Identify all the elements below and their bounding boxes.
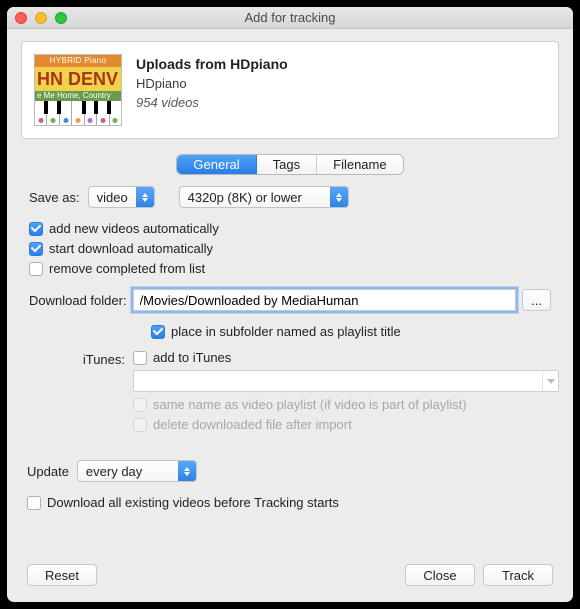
dialog-footer: Reset Close Track xyxy=(21,564,559,588)
checkbox-add-auto[interactable]: add new videos automatically xyxy=(21,220,559,237)
checkbox-subfolder[interactable]: place in subfolder named as playlist tit… xyxy=(21,323,559,340)
save-as-label: Save as: xyxy=(29,190,80,205)
track-button[interactable]: Track xyxy=(483,564,553,586)
update-interval-select[interactable]: every day xyxy=(77,460,197,482)
playlist-title: Uploads from HDpiano xyxy=(136,56,288,72)
checkbox-icon xyxy=(151,325,165,339)
content: HYBRID Piano Lesson HN DENV e Me Home, C… xyxy=(7,29,573,602)
browse-folder-button[interactable]: ... xyxy=(522,289,551,311)
update-row: Update every day xyxy=(21,458,559,484)
save-as-row: Save as: video 4320p (8K) or lower xyxy=(21,184,559,210)
titlebar: Add for tracking xyxy=(7,7,573,29)
window-title: Add for tracking xyxy=(7,10,573,25)
playlist-info-text: Uploads from HDpiano HDpiano 954 videos xyxy=(136,54,288,110)
checkbox-label: add to iTunes xyxy=(153,350,231,365)
checkbox-icon xyxy=(133,418,147,432)
channel-name: HDpiano xyxy=(136,76,288,91)
thumb-text-2: HN DENV xyxy=(35,67,121,91)
checkbox-delete-after: delete downloaded file after import xyxy=(133,417,559,432)
checkbox-icon xyxy=(29,262,43,276)
itunes-playlist-combo[interactable] xyxy=(133,370,559,392)
tab-filename[interactable]: Filename xyxy=(316,155,402,174)
checkbox-label: start download automatically xyxy=(49,241,213,256)
playlist-info-card: HYBRID Piano Lesson HN DENV e Me Home, C… xyxy=(21,41,559,139)
update-label: Update xyxy=(27,464,69,479)
dropdown-arrow-icon xyxy=(542,371,558,391)
checkbox-same-name: same name as video playlist (if video is… xyxy=(133,397,559,412)
checkbox-remove-completed[interactable]: remove completed from list xyxy=(21,260,559,277)
playlist-thumbnail: HYBRID Piano Lesson HN DENV e Me Home, C… xyxy=(34,54,122,126)
checkbox-label: remove completed from list xyxy=(49,261,205,276)
download-folder-row: Download folder: ... xyxy=(21,287,559,313)
video-count: 954 videos xyxy=(136,95,288,110)
checkbox-add-itunes[interactable]: add to iTunes xyxy=(133,350,559,365)
format-select[interactable]: video xyxy=(88,186,155,208)
thumb-piano-icon xyxy=(35,101,121,125)
tab-tags[interactable]: Tags xyxy=(256,155,316,174)
checkbox-icon xyxy=(133,398,147,412)
checkbox-label: Download all existing videos before Trac… xyxy=(47,495,339,510)
tab-bar: General Tags Filename xyxy=(177,155,402,174)
close-button[interactable]: Close xyxy=(405,564,475,586)
update-value: every day xyxy=(78,464,178,479)
download-folder-label: Download folder: xyxy=(29,293,127,308)
thumb-text-1: HYBRID Piano Lesson xyxy=(35,55,121,67)
checkbox-label: add new videos automatically xyxy=(49,221,219,236)
dropdown-arrows-icon xyxy=(136,187,154,207)
tab-general[interactable]: General xyxy=(177,155,255,174)
quality-select[interactable]: 4320p (8K) or lower xyxy=(179,186,349,208)
download-folder-input[interactable] xyxy=(133,289,517,311)
reset-button[interactable]: Reset xyxy=(27,564,97,586)
checkbox-icon xyxy=(27,496,41,510)
thumb-text-3: e Me Home, Country Ro xyxy=(35,91,121,101)
checkbox-label: place in subfolder named as playlist tit… xyxy=(171,324,401,339)
dialog-window: Add for tracking HYBRID Piano Lesson HN … xyxy=(7,7,573,602)
dropdown-arrows-icon xyxy=(178,461,196,481)
dropdown-arrows-icon xyxy=(330,187,348,207)
checkbox-download-existing[interactable]: Download all existing videos before Trac… xyxy=(21,494,559,511)
checkbox-icon xyxy=(133,351,147,365)
checkbox-icon xyxy=(29,222,43,236)
checkbox-label: same name as video playlist (if video is… xyxy=(153,397,467,412)
itunes-label: iTunes: xyxy=(29,350,125,367)
checkbox-label: delete downloaded file after import xyxy=(153,417,352,432)
checkbox-icon xyxy=(29,242,43,256)
quality-value: 4320p (8K) or lower xyxy=(180,190,330,205)
checkbox-start-auto[interactable]: start download automatically xyxy=(21,240,559,257)
format-value: video xyxy=(89,190,136,205)
